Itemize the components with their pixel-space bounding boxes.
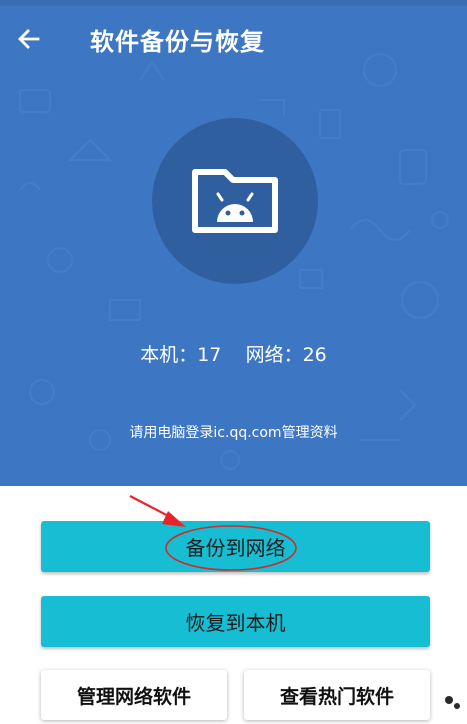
page-title: 软件备份与恢复 (90, 28, 265, 56)
restore-to-local-button[interactable]: 恢复到本机 (41, 596, 430, 647)
view-hot-software-button[interactable]: 查看热门软件 (244, 670, 430, 720)
backup-counts: 本机：17 网络：26 (0, 340, 467, 367)
status-bar (0, 0, 467, 6)
local-count: 17 (197, 344, 222, 366)
watermark-icon (441, 692, 465, 716)
arrow-left-icon[interactable] (14, 24, 44, 54)
local-label: 本机： (140, 344, 198, 366)
folder-circle (152, 118, 318, 284)
header-hero: 软件备份与恢复 本机：17 网络：26 请用电脑登录ic.qq.com管理资料 (0, 0, 467, 486)
manage-network-software-button[interactable]: 管理网络软件 (41, 670, 227, 720)
manage-hint: 请用电脑登录ic.qq.com管理资料 (129, 425, 338, 441)
android-folder-icon (192, 169, 278, 233)
network-count: 26 (302, 344, 327, 366)
network-label: 网络： (245, 344, 303, 366)
backup-to-network-button[interactable]: 备份到网络 (41, 521, 430, 572)
